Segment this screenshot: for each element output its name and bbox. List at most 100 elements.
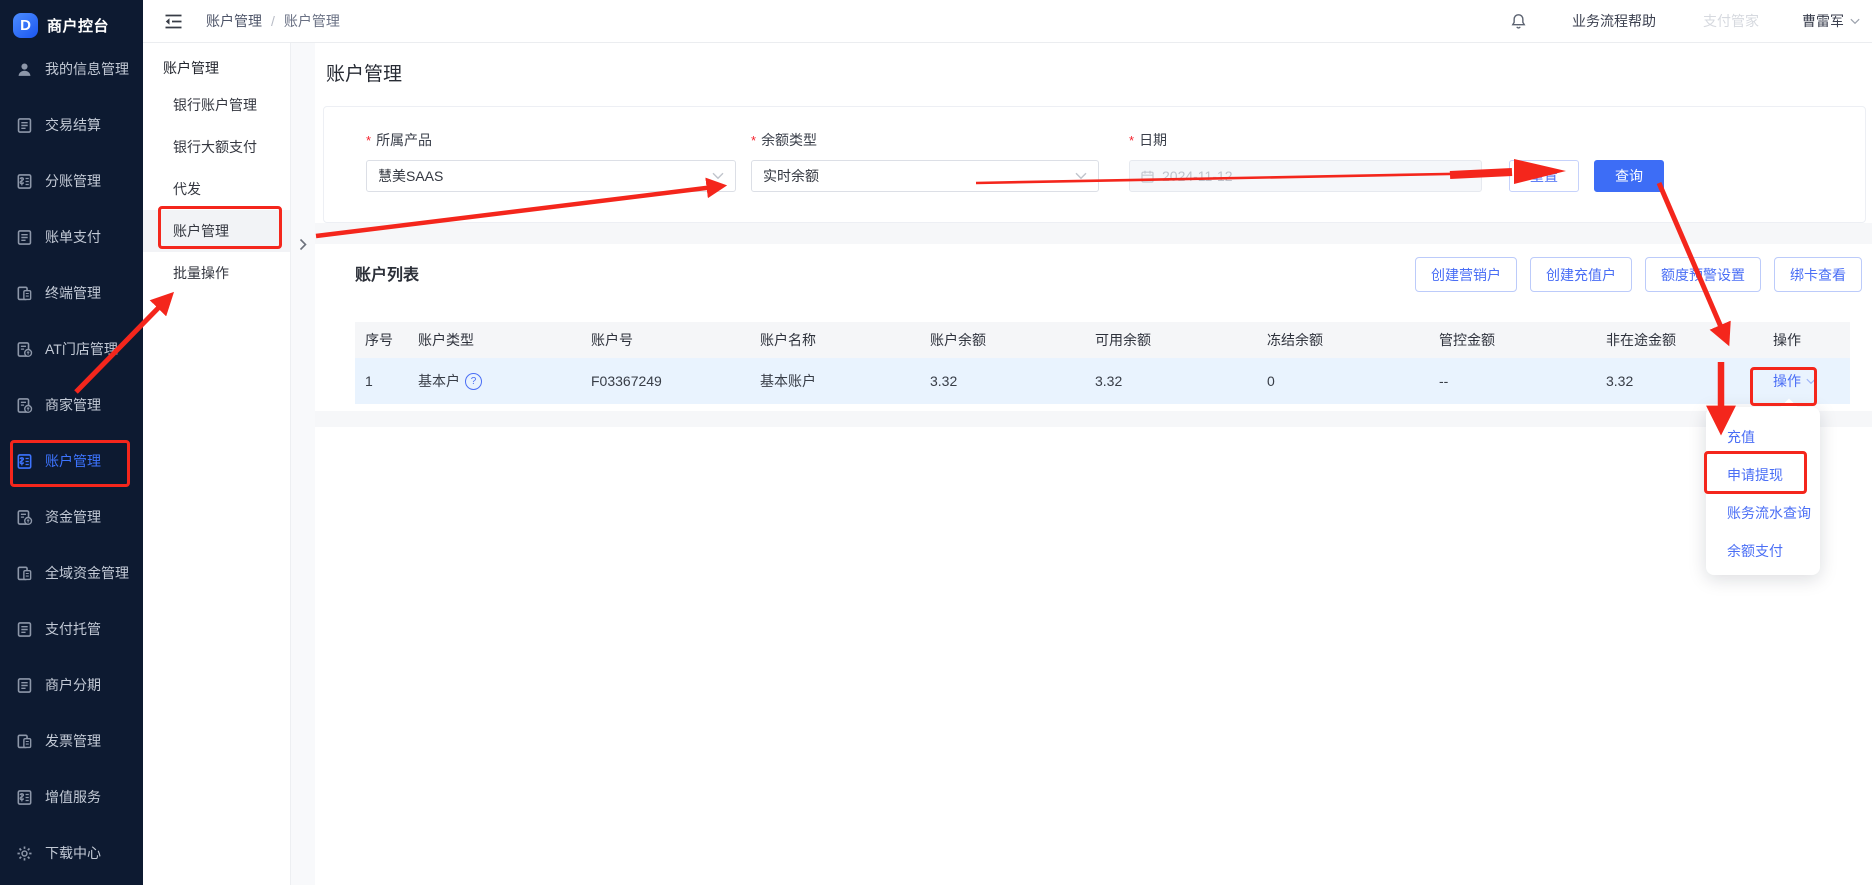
product-select[interactable]: 慧美SAAS xyxy=(366,160,736,192)
badge-icon xyxy=(16,285,33,302)
sidebar-item-label: 分账管理 xyxy=(45,171,101,191)
table-row: 1 基本户 ? F03367249 基本账户 3.32 3.32 0 -- 3.… xyxy=(355,358,1850,404)
submenu-item-account-mgmt[interactable]: 账户管理 xyxy=(143,210,290,252)
help-question-icon[interactable]: ? xyxy=(465,373,482,390)
sidebar-item-label: 账单支付 xyxy=(45,227,101,247)
column-header: 账户余额 xyxy=(930,330,1095,350)
pay-assistant-link[interactable]: 支付管家 xyxy=(1703,11,1759,31)
cell-non-transit: 3.32 xyxy=(1606,373,1773,389)
chevron-right-icon[interactable] xyxy=(299,238,308,251)
person-icon xyxy=(16,61,33,78)
notification-bell-icon[interactable] xyxy=(1510,12,1527,31)
action-dropdown-menu: 充值 申请提现 账务流水查询 余额支付 xyxy=(1706,407,1820,575)
sidebar-item-label: 增值服务 xyxy=(45,787,101,807)
app-logo: D xyxy=(13,13,38,38)
chevron-down-icon xyxy=(1075,172,1087,180)
user-menu[interactable]: 曹雷军 xyxy=(1802,11,1860,31)
create-marketing-account-button[interactable]: 创建营销户 xyxy=(1415,257,1517,292)
cell-balance: 3.32 xyxy=(930,373,1095,389)
sidebar-item-label: 全域资金管理 xyxy=(45,563,129,583)
submenu-title[interactable]: 账户管理 xyxy=(163,58,219,78)
submenu-item-bank-account[interactable]: 银行账户管理 xyxy=(143,84,290,126)
cell-account-no: F03367249 xyxy=(591,373,760,389)
reset-button[interactable]: 重置 xyxy=(1509,160,1579,192)
chevron-down-icon xyxy=(712,172,724,180)
sidebar-item-label: 终端管理 xyxy=(45,283,101,303)
submenu-item-label: 批量操作 xyxy=(173,263,229,283)
submenu-item-label: 代发 xyxy=(173,179,201,199)
sidebar-item-installment[interactable]: 商户分期 xyxy=(0,657,143,713)
account-type-text: 基本户 xyxy=(418,371,460,391)
breadcrumb-separator: / xyxy=(271,13,275,29)
cell-frozen: 0 xyxy=(1267,373,1439,389)
quota-warning-settings-button[interactable]: 额度预警设置 xyxy=(1645,257,1761,292)
sidebar-item-terminal[interactable]: 终端管理 xyxy=(0,265,143,321)
coin-doc-icon xyxy=(16,397,33,414)
sidebar-item-global-funds[interactable]: 全域资金管理 xyxy=(0,545,143,601)
document-icon xyxy=(16,621,33,638)
section-divider xyxy=(315,223,1872,244)
document-icon xyxy=(16,677,33,694)
account-list-actions: 创建营销户 创建充值户 额度预警设置 绑卡查看 xyxy=(1415,257,1862,292)
menu-item-statement-query[interactable]: 账务流水查询 xyxy=(1706,494,1820,532)
sidebar-item-label: 交易结算 xyxy=(45,115,101,135)
cell-seq: 1 xyxy=(365,373,418,389)
balance-type-select-value: 实时余额 xyxy=(763,166,819,186)
menu-item-withdraw[interactable]: 申请提现 xyxy=(1706,456,1820,494)
sidebar-item-value-added[interactable]: 增值服务 xyxy=(0,769,143,825)
sidebar-item-funds[interactable]: 资金管理 xyxy=(0,489,143,545)
required-asterisk: * xyxy=(1129,133,1134,148)
row-action-link[interactable]: 操作 xyxy=(1773,371,1850,391)
gear-icon xyxy=(16,845,33,862)
table-header-row: 序号 账户类型 账户号 账户名称 账户余额 可用余额 冻结余额 管控金额 非在途… xyxy=(355,322,1850,358)
sidebar-item-my-info[interactable]: 我的信息管理 xyxy=(0,41,143,97)
topbar: 账户管理 / 账户管理 业务流程帮助 支付管家 曹雷军 xyxy=(143,0,1872,43)
secondary-sidebar: 账户管理 银行账户管理 银行大额支付 代发 账户管理 批量操作 xyxy=(143,42,291,885)
document-icon xyxy=(16,229,33,246)
cell-account-type: 基本户 ? xyxy=(418,371,591,391)
sidebar-item-label: 下载中心 xyxy=(45,843,101,863)
section-divider xyxy=(315,411,1872,427)
column-header: 可用余额 xyxy=(1095,330,1267,350)
sidebar-item-invoice[interactable]: 发票管理 xyxy=(0,713,143,769)
primary-nav: 我的信息管理 交易结算 分账管理 账单支付 终端管理 AT门店管理 商家管理 账… xyxy=(0,41,143,881)
submenu-item-payout[interactable]: 代发 xyxy=(143,168,290,210)
money-list-icon xyxy=(16,453,33,470)
calendar-icon xyxy=(1141,170,1154,183)
badge-icon xyxy=(16,565,33,582)
menu-item-balance-pay[interactable]: 余额支付 xyxy=(1706,532,1820,570)
sidebar-item-download-center[interactable]: 下载中心 xyxy=(0,825,143,881)
collapse-sidebar-icon[interactable] xyxy=(164,13,183,30)
column-header: 操作 xyxy=(1773,330,1850,350)
breadcrumb-item[interactable]: 账户管理 xyxy=(206,11,262,31)
balance-type-select[interactable]: 实时余额 xyxy=(751,160,1099,192)
date-picker[interactable]: 2024-11-12 xyxy=(1129,160,1482,192)
menu-item-recharge[interactable]: 充值 xyxy=(1706,418,1820,456)
coin-doc-icon xyxy=(16,341,33,358)
column-header: 账户名称 xyxy=(760,330,930,350)
create-recharge-account-button[interactable]: 创建充值户 xyxy=(1530,257,1632,292)
chevron-down-icon xyxy=(1850,18,1860,25)
column-header: 账户号 xyxy=(591,330,760,350)
column-header: 管控金额 xyxy=(1439,330,1606,350)
badge-icon xyxy=(16,733,33,750)
topbar-right: 业务流程帮助 支付管家 曹雷军 xyxy=(1510,11,1872,31)
brand-title: 商户控台 xyxy=(47,15,109,36)
help-link[interactable]: 业务流程帮助 xyxy=(1572,11,1656,31)
sidebar-item-bill-pay[interactable]: 账单支付 xyxy=(0,209,143,265)
sidebar-item-merchant[interactable]: 商家管理 xyxy=(0,377,143,433)
search-button[interactable]: 查询 xyxy=(1594,160,1664,192)
app-root: D 商户控台 我的信息管理 交易结算 分账管理 账单支付 终端管理 AT门店管理… xyxy=(0,0,1872,885)
sidebar-item-at-store[interactable]: AT门店管理 xyxy=(0,321,143,377)
user-name: 曹雷军 xyxy=(1802,11,1844,31)
bound-card-view-button[interactable]: 绑卡查看 xyxy=(1774,257,1862,292)
submenu-item-bank-large-pay[interactable]: 银行大额支付 xyxy=(143,126,290,168)
sidebar-item-pay-hosting[interactable]: 支付托管 xyxy=(0,601,143,657)
sidebar-item-account-mgmt[interactable]: 账户管理 xyxy=(0,433,143,489)
document-icon xyxy=(16,117,33,134)
required-asterisk: * xyxy=(751,133,756,148)
submenu-item-batch-ops[interactable]: 批量操作 xyxy=(143,252,290,294)
sidebar-item-split-mgmt[interactable]: 分账管理 xyxy=(0,153,143,209)
sidebar-item-label: 支付托管 xyxy=(45,619,101,639)
sidebar-item-trade-settle[interactable]: 交易结算 xyxy=(0,97,143,153)
